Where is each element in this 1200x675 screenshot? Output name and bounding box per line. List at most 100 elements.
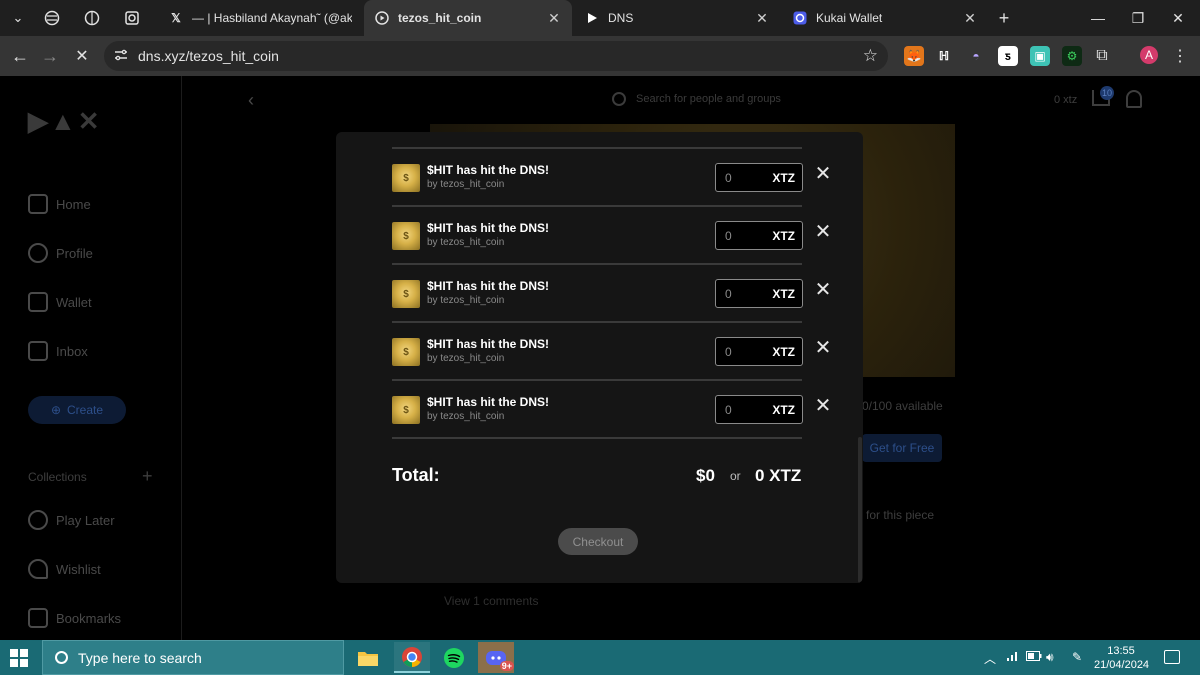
sidebar-item-home[interactable]: Home: [28, 194, 91, 214]
back-icon[interactable]: ←: [8, 44, 32, 68]
forward-icon[interactable]: →: [38, 44, 62, 68]
sidebar-item-wallet[interactable]: Wallet: [28, 292, 92, 312]
cart-modal: $ $HIT has hit the DNS! by tezos_hit_coi…: [336, 132, 863, 583]
extension-icon-5[interactable]: ▣: [1030, 46, 1050, 66]
search-icon: [55, 651, 68, 664]
extension-icon-2[interactable]: ℍ: [934, 46, 954, 66]
minimize-icon[interactable]: —: [1088, 8, 1108, 28]
price-input[interactable]: [716, 164, 768, 191]
coin-thumbnail: $: [392, 396, 420, 424]
cart-item-creator: by tezos_hit_coin: [427, 295, 505, 306]
sidebar-item-bookmarks[interactable]: Bookmarks: [28, 608, 121, 628]
extensions-puzzle-icon[interactable]: ⧉: [1092, 46, 1112, 66]
chrome-icon[interactable]: [394, 642, 430, 673]
windows-start-icon[interactable]: [10, 649, 28, 667]
price-field[interactable]: XTZ: [715, 279, 803, 308]
dns-logo[interactable]: ▶▲✕: [28, 106, 102, 137]
get-for-free-button[interactable]: Get for Free: [862, 434, 942, 462]
sidebar-item-profile[interactable]: Profile: [28, 243, 93, 263]
price-input[interactable]: [716, 338, 768, 365]
volume-icon[interactable]: 🔊︎: [1046, 650, 1054, 665]
sidebar-item-label: Bookmarks: [56, 610, 122, 626]
bookmark-star-icon[interactable]: ☆: [863, 46, 878, 66]
profile-icon: [28, 243, 48, 263]
file-explorer-icon[interactable]: [350, 642, 386, 673]
sidebar-item-wishlist[interactable]: Wishlist: [28, 559, 101, 579]
cart-item: $ $HIT has hit the DNS! by tezos_hit_coi…: [392, 149, 831, 207]
price-field[interactable]: XTZ: [715, 221, 803, 250]
cart-item: $ $HIT has hit the DNS! by tezos_hit_coi…: [392, 381, 831, 439]
close-tab-icon[interactable]: ✕: [754, 10, 770, 27]
xtz-balance: 0 xtz: [1054, 94, 1078, 106]
new-tab-icon[interactable]: +: [994, 8, 1014, 28]
taskbar-clock[interactable]: 13:55 21/04/2024: [1094, 644, 1149, 672]
remove-item-icon[interactable]: ✕: [812, 278, 834, 301]
spotify-icon[interactable]: [436, 642, 472, 673]
remove-item-icon[interactable]: ✕: [812, 162, 834, 185]
sidebar-item-play-later[interactable]: Play Later: [28, 510, 115, 530]
discord-icon[interactable]: 9+: [478, 642, 514, 673]
remove-item-icon[interactable]: ✕: [812, 220, 834, 243]
sidebar-item-label: Home: [56, 196, 91, 212]
extension-icon-6[interactable]: ⚙: [1062, 46, 1082, 66]
tab-x-profile[interactable]: 𝕏 — | Hasbiland Akaynah˜ (@ak: [158, 4, 362, 32]
extension-icon-4[interactable]: ƽ: [998, 46, 1018, 66]
cart-items-list[interactable]: $ $HIT has hit the DNS! by tezos_hit_coi…: [336, 132, 863, 583]
cart-item-creator: by tezos_hit_coin: [427, 411, 505, 422]
total-xtz: 0 XTZ: [755, 466, 802, 485]
sidebar-item-inbox[interactable]: Inbox: [28, 341, 88, 361]
kukai-logo-icon: [792, 10, 808, 26]
metamask-extension-icon[interactable]: 🦊: [904, 46, 924, 66]
close-window-icon[interactable]: ✕: [1168, 8, 1188, 28]
tab-title: DNS: [608, 11, 634, 25]
browser-menu-icon[interactable]: ⋮: [1170, 46, 1190, 66]
stop-loading-icon[interactable]: ✕: [70, 44, 94, 68]
close-tab-icon[interactable]: ✕: [962, 10, 978, 27]
notification-center-icon[interactable]: [1164, 650, 1180, 664]
profile-avatar[interactable]: A: [1140, 46, 1158, 64]
back-chevron-icon[interactable]: ‹: [248, 90, 254, 111]
cart-item-title: $HIT has hit the DNS!: [427, 221, 550, 235]
divider: [392, 437, 802, 439]
close-tab-icon[interactable]: ✕: [546, 10, 562, 27]
remove-item-icon[interactable]: ✕: [812, 394, 834, 417]
price-input[interactable]: [716, 396, 768, 423]
price-input[interactable]: [716, 222, 768, 249]
checkout-button[interactable]: Checkout: [558, 528, 638, 555]
price-field[interactable]: XTZ: [715, 395, 803, 424]
view-comments-link[interactable]: View 1 comments: [444, 594, 538, 608]
pinned-tab-app-icon[interactable]: [122, 8, 142, 28]
taskbar-search[interactable]: Type here to search: [42, 640, 344, 675]
pinned-tab-globe-icon[interactable]: [42, 8, 62, 28]
tab-search-icon[interactable]: ⌄: [6, 6, 30, 30]
create-button[interactable]: ⊕ Create: [28, 396, 126, 424]
ghost-extension-icon[interactable]: ◓: [966, 46, 986, 66]
price-input[interactable]: [716, 280, 768, 307]
cart-item-creator: by tezos_hit_coin: [427, 353, 505, 364]
price-field[interactable]: XTZ: [715, 163, 803, 192]
bookmark-icon: [28, 608, 48, 628]
modal-scrollbar[interactable]: [858, 437, 862, 583]
restore-icon[interactable]: ❐: [1128, 8, 1148, 28]
battery-icon[interactable]: [1026, 650, 1042, 664]
people-search[interactable]: Search for people and groups: [612, 92, 781, 106]
price-field[interactable]: XTZ: [715, 337, 803, 366]
clock-time: 13:55: [1107, 645, 1135, 657]
add-collection-icon[interactable]: +: [142, 466, 153, 487]
site-info-icon[interactable]: [114, 48, 130, 64]
tab-kukai-wallet[interactable]: Kukai Wallet ✕: [782, 4, 988, 32]
tab-dns[interactable]: DNS ✕: [574, 4, 780, 32]
remove-item-icon[interactable]: ✕: [812, 336, 834, 359]
address-bar[interactable]: dns.xyz/tezos_hit_coin ☆: [104, 41, 888, 71]
play-icon: [584, 10, 600, 26]
pen-icon[interactable]: ✎: [1072, 650, 1082, 664]
dns-favicon-icon: [374, 10, 390, 26]
notification-bell-icon[interactable]: [1126, 90, 1142, 108]
network-icon[interactable]: [1006, 650, 1020, 665]
pinned-tab-globe-icon-2[interactable]: [82, 8, 102, 28]
taskbar-search-placeholder: Type here to search: [78, 649, 202, 666]
currency-label: XTZ: [772, 287, 795, 301]
currency-label: XTZ: [772, 229, 795, 243]
tray-chevron-icon[interactable]: ︿: [984, 650, 996, 667]
tab-tezos-hit-coin[interactable]: tezos_hit_coin ✕: [364, 0, 572, 36]
